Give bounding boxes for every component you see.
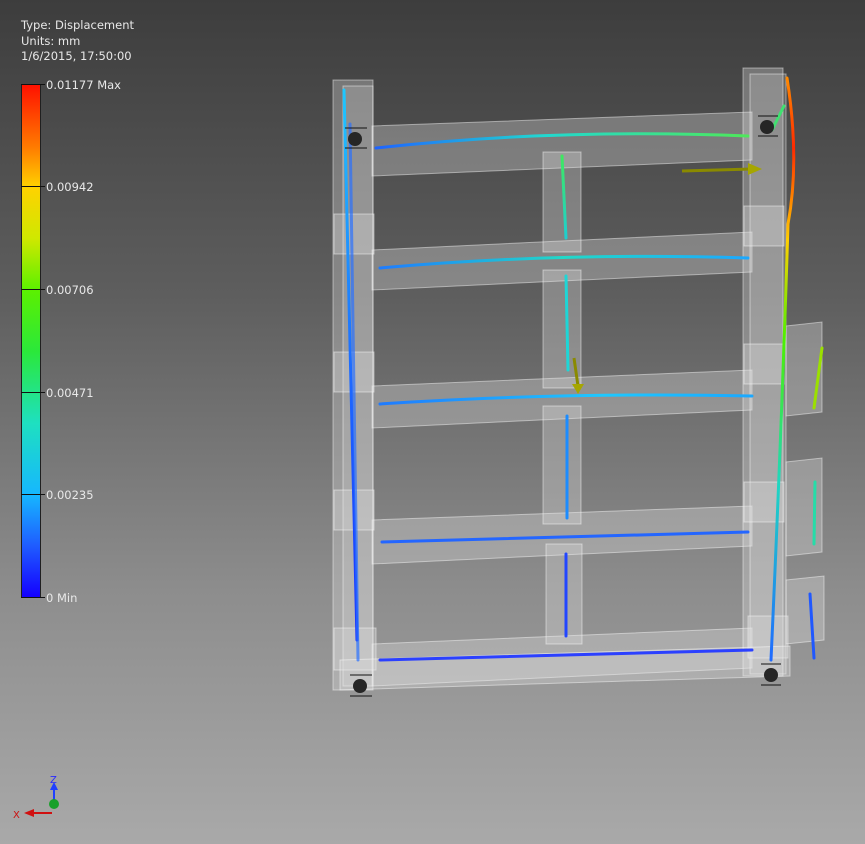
disp-line-side	[812, 480, 817, 546]
side-box	[785, 321, 823, 417]
mid-post	[545, 543, 583, 645]
view-triad[interactable]: Z X	[12, 772, 72, 827]
triad-x-label: X	[13, 810, 20, 821]
mid-post	[542, 405, 582, 525]
side-box	[785, 575, 825, 645]
side-box	[785, 457, 823, 557]
frame-model[interactable]	[0, 0, 865, 844]
graphics-viewport[interactable]: Type: Displacement Units: mm 1/6/2015, 1…	[0, 0, 865, 844]
disp-line-midpost	[564, 274, 570, 372]
triad-z-label: Z	[50, 775, 57, 786]
